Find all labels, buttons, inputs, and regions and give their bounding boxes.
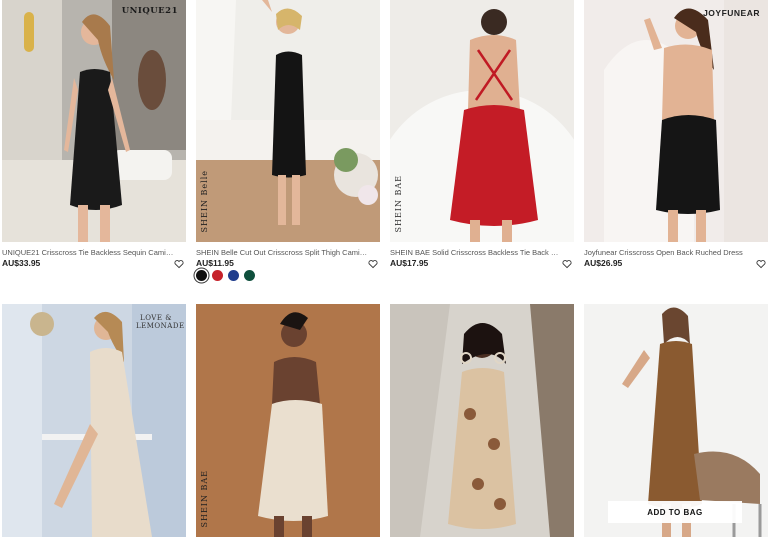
product-price: AU$33.95 [2,258,41,268]
product-title[interactable]: SHEIN BAE Solid Crisscross Backless Tie … [390,248,562,257]
product-image[interactable]: SHEIN BAE [390,0,574,242]
heart-outline-icon[interactable] [756,256,766,269]
product-price: AU$26.95 [584,258,623,268]
color-swatch[interactable] [212,270,223,281]
heart-outline-icon[interactable] [174,256,184,269]
add-to-bag-button[interactable]: ADD TO BAG [608,501,742,523]
product-image[interactable]: SHEIN BAE [196,304,380,537]
brand-watermark: UNIQUE21 [121,6,178,16]
heart-outline-icon[interactable] [368,256,378,269]
product-image[interactable]: LOVE & LEMONADE [2,304,186,537]
product-image[interactable]: UNIQUE21 [2,0,186,242]
product-title[interactable]: SHEIN Belle Cut Out Crisscross Split Thi… [196,248,368,257]
product-image[interactable] [390,304,574,537]
product-title[interactable]: UNIQUE21 Crisscross Tie Backless Sequin … [2,248,174,257]
brand-watermark: SHEIN Belle [200,169,209,232]
product-image[interactable]: SHEIN Belle [196,0,380,242]
product-image[interactable]: JOYFUNEAR [584,0,768,242]
color-swatch[interactable] [196,270,207,281]
brand-watermark: JOYFUNEAR [703,8,760,18]
brand-watermark: LOVE & LEMONADE [136,314,185,331]
heart-outline-icon[interactable] [562,256,572,269]
product-price: AU$17.95 [390,258,429,268]
color-swatch[interactable] [244,270,255,281]
color-swatches [196,270,255,281]
product-title[interactable]: Joyfunear Crisscross Open Back Ruched Dr… [584,248,756,257]
color-swatch[interactable] [228,270,239,281]
brand-watermark: SHEIN BAE [394,174,403,233]
product-grid: UNIQUE21 UNIQUE21 Crisscross Tie Backles… [0,0,768,537]
product-price: AU$11.95 [196,258,234,268]
brand-watermark: SHEIN BAE [200,469,209,528]
